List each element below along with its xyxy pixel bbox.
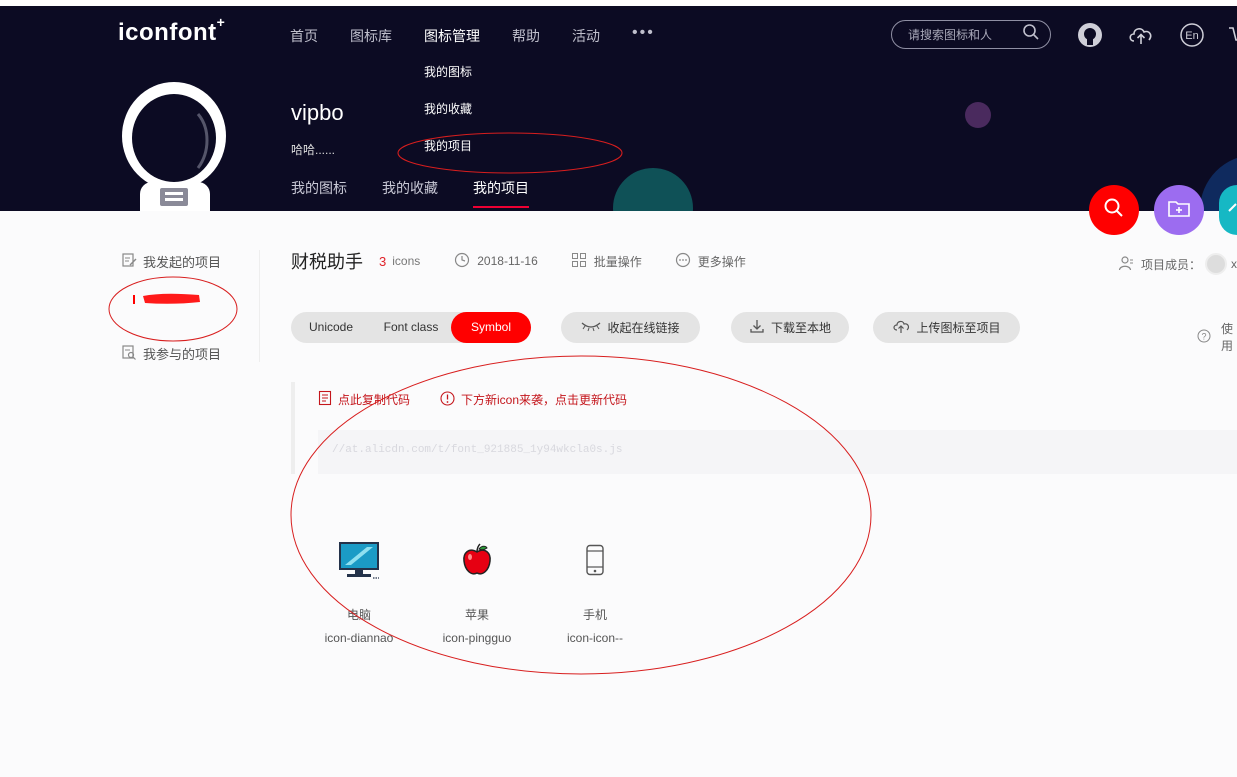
icon-card[interactable]: 苹果 icon-pingguo xyxy=(418,538,536,645)
manage-dropdown: 我的图标 我的收藏 我的项目 xyxy=(424,64,472,175)
format-switch: Unicode Font class Symbol xyxy=(291,312,531,343)
question-icon: ? xyxy=(1197,329,1221,346)
member-name: x xyxy=(1231,257,1237,271)
cart-icon[interactable] xyxy=(1227,22,1237,48)
search-input[interactable] xyxy=(908,27,1018,42)
project-header: 财税助手 3 icons 2018-11-16 批量操作 更多操作 xyxy=(291,248,779,274)
batch-operation-button[interactable]: 批量操作 xyxy=(571,252,642,271)
icon-name: 手机 xyxy=(582,608,607,622)
github-icon[interactable] xyxy=(1077,22,1103,48)
help-link[interactable]: ? 使用 xyxy=(1197,320,1237,354)
main-nav: 首页 图标库 图标管理 帮助 活动 ••• xyxy=(290,24,655,46)
search-icon xyxy=(1103,197,1125,224)
language-en-icon[interactable]: En xyxy=(1179,22,1205,48)
svg-text:?: ? xyxy=(1201,331,1206,341)
decor-planet xyxy=(613,168,693,211)
icon-code: icon-pingguo xyxy=(442,631,512,645)
icon-name: 苹果 xyxy=(464,608,489,622)
sidebar-item-created-projects[interactable]: 我发起的项目 xyxy=(121,250,221,272)
more-circle-icon xyxy=(675,252,698,271)
fab-search-button[interactable] xyxy=(1089,185,1139,235)
icon-code: icon-icon-- xyxy=(566,631,623,645)
avatar xyxy=(118,80,228,211)
upload-cloud-icon xyxy=(892,318,916,337)
arrow-up-icon xyxy=(1219,197,1237,224)
redacted-project-item[interactable] xyxy=(133,292,201,304)
alert-icon xyxy=(440,390,461,409)
eye-closed-icon xyxy=(581,320,607,335)
format-unicode[interactable]: Unicode xyxy=(291,312,371,343)
nav-home[interactable]: 首页 xyxy=(290,26,318,46)
user-name: vipbo xyxy=(291,100,344,125)
sidebar-divider xyxy=(259,250,260,362)
project-members[interactable]: 项目成员： x xyxy=(1118,253,1237,275)
apple-icon xyxy=(461,538,493,582)
code-actions: 点此复制代码 下方新icon来袭，点击更新代码 xyxy=(318,390,657,409)
search-icon[interactable] xyxy=(1022,23,1040,46)
sidebar-item-label: 我发起的项目 xyxy=(143,254,222,270)
search-doc-icon xyxy=(121,344,143,363)
format-font-class[interactable]: Font class xyxy=(371,312,451,343)
logo[interactable]: iconfont+ xyxy=(118,14,225,47)
code-panel: 点此复制代码 下方新icon来袭，点击更新代码 //at.alicdn.com/… xyxy=(291,382,1237,474)
members-label: 项目成员： xyxy=(1141,257,1202,272)
format-symbol[interactable]: Symbol xyxy=(451,312,531,343)
upload-to-project-button[interactable]: 上传图标至项目 xyxy=(873,312,1020,343)
dropdown-my-favorites[interactable]: 我的收藏 xyxy=(424,101,472,138)
decor-dot xyxy=(965,102,991,128)
nav-help[interactable]: 帮助 xyxy=(512,26,540,46)
top-strip xyxy=(0,0,1237,6)
nav-icon-library[interactable]: 图标库 xyxy=(350,26,392,46)
update-code-link[interactable]: 下方新icon来袭，点击更新代码 xyxy=(440,390,627,409)
tab-my-icons[interactable]: 我的图标 xyxy=(291,178,347,211)
clock-icon xyxy=(454,252,477,271)
phone-icon xyxy=(585,538,605,582)
upload-cloud-icon[interactable] xyxy=(1127,22,1153,48)
nav-icon-manage[interactable]: 图标管理 xyxy=(424,26,480,46)
project-title: 财税助手 xyxy=(291,252,363,272)
icon-grid: 电脑 icon-diannao 苹果 icon-pingguo 手机 icon-… xyxy=(300,538,654,645)
sidebar: 我发起的项目 我参与的项目 xyxy=(121,250,221,364)
collapse-link-button[interactable]: 收起在线链接 xyxy=(561,312,700,343)
user-description: 哈哈...... xyxy=(291,143,336,157)
dropdown-my-icons[interactable]: 我的图标 xyxy=(424,64,472,101)
download-button[interactable]: 下载至本地 xyxy=(731,312,849,343)
tab-my-favorites[interactable]: 我的收藏 xyxy=(382,178,438,211)
user-tabs: 我的图标 我的收藏 我的项目 xyxy=(291,178,564,211)
edit-doc-icon xyxy=(121,252,143,271)
new-folder-icon xyxy=(1167,197,1191,224)
icon-code: icon-diannao xyxy=(324,631,394,645)
nav-more-icon[interactable]: ••• xyxy=(632,24,655,44)
sidebar-item-label: 我参与的项目 xyxy=(143,346,222,362)
copy-code-link[interactable]: 点此复制代码 xyxy=(318,390,410,409)
grid-icon xyxy=(571,252,594,271)
icon-card[interactable]: 电脑 icon-diannao xyxy=(300,538,418,645)
user-icon xyxy=(1118,255,1141,274)
fab-new-folder-button[interactable] xyxy=(1154,185,1204,235)
nav-activity[interactable]: 活动 xyxy=(572,26,600,46)
tab-my-projects[interactable]: 我的项目 xyxy=(473,178,529,211)
sidebar-item-joined-projects[interactable]: 我参与的项目 xyxy=(121,342,221,364)
code-url[interactable]: //at.alicdn.com/t/font_921885_1y94wkcla0… xyxy=(318,430,1237,474)
member-avatar[interactable] xyxy=(1205,253,1227,275)
download-icon xyxy=(749,318,771,337)
icon-count: 3 xyxy=(379,253,387,269)
svg-text:En: En xyxy=(1185,30,1198,42)
icon-count-unit: icons xyxy=(392,254,421,268)
site-header: iconfont+ 首页 图标库 图标管理 帮助 活动 ••• 我的图标 我的收… xyxy=(0,0,1237,211)
icon-name: 电脑 xyxy=(346,608,371,622)
more-operation-button[interactable]: 更多操作 xyxy=(675,252,746,271)
copy-doc-icon xyxy=(318,390,338,409)
computer-icon xyxy=(337,538,381,582)
search-box xyxy=(891,20,1051,49)
icon-card[interactable]: 手机 icon-icon-- xyxy=(536,538,654,645)
project-date: 2018-11-16 xyxy=(454,252,538,271)
fab-top-button[interactable] xyxy=(1219,185,1237,235)
dropdown-my-projects[interactable]: 我的项目 xyxy=(424,138,472,175)
